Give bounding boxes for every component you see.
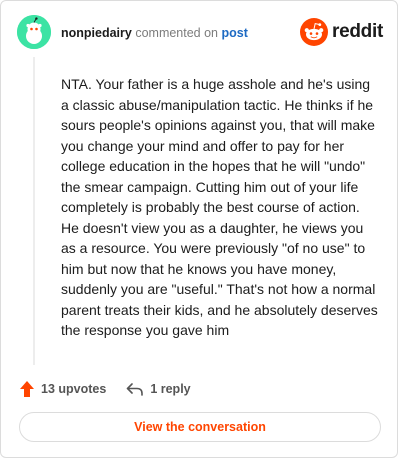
view-conversation-button[interactable]: View the conversation	[19, 412, 381, 442]
thread-line[interactable]	[33, 57, 35, 365]
reply-count: 1 reply	[150, 382, 191, 396]
comment-card: nonpiedairy commented on post reddit NTA…	[0, 0, 398, 458]
action-text: commented on	[135, 26, 219, 40]
avatar[interactable]	[17, 15, 51, 49]
upvote-count: 13 upvotes	[41, 382, 107, 396]
post-link[interactable]: post	[222, 26, 248, 40]
upvote-button[interactable]: 13 upvotes	[19, 380, 106, 398]
reply-button[interactable]: 1 reply	[126, 381, 191, 397]
upvote-arrow-icon	[20, 381, 34, 397]
reddit-alien-icon	[300, 18, 329, 46]
reply-arrow-icon	[127, 383, 144, 396]
reddit-brand[interactable]: reddit	[300, 17, 383, 47]
comment-body: NTA. Your father is a huge asshole and h…	[61, 76, 378, 338]
view-conversation-label: View the conversation	[134, 420, 266, 434]
comment-header: nonpiedairy commented on post reddit	[17, 15, 383, 55]
snoo-avatar-icon	[17, 15, 51, 49]
comment-meta: nonpiedairy commented on post	[61, 25, 248, 41]
username-link[interactable]: nonpiedairy	[61, 26, 132, 40]
reddit-wordmark: reddit	[332, 21, 383, 42]
comment-footer: 13 upvotes 1 reply	[19, 377, 191, 401]
